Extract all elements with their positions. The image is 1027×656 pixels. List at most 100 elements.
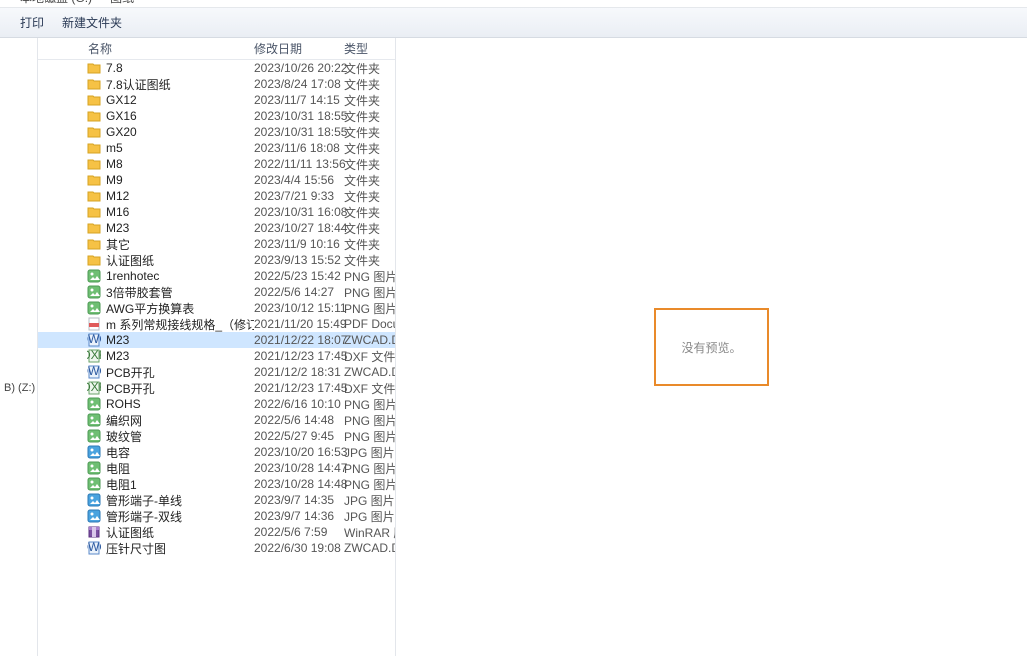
new-folder-button[interactable]: 新建文件夹 <box>62 14 122 31</box>
file-row[interactable]: PCB开孔2021/12/23 17:45DXF 文件 <box>38 380 395 396</box>
file-row[interactable]: 其它2023/11/9 10:16文件夹 <box>38 236 395 252</box>
file-date: 2023/10/28 14:47 <box>254 461 344 475</box>
file-date: 2023/9/7 14:36 <box>254 509 344 523</box>
breadcrumb-segment[interactable]: 本地磁盘 (G:) <box>16 0 96 8</box>
folder-icon <box>86 109 102 123</box>
file-row[interactable]: 管形端子-双线2023/9/7 14:36JPG 图片文件 <box>38 508 395 524</box>
file-name: AWG平方换算表 <box>106 300 254 317</box>
file-row[interactable]: 压针尺寸图2022/6/30 19:08ZWCAD.Drawing <box>38 540 395 556</box>
rar-icon <box>86 525 102 539</box>
file-type: PNG 图片文件 <box>344 300 395 317</box>
file-row[interactable]: 编织网2022/5/6 14:48PNG 图片文件 <box>38 412 395 428</box>
file-date: 2023/10/27 18:44 <box>254 221 344 235</box>
file-type: PNG 图片文件 <box>344 460 395 477</box>
column-headers[interactable]: 名称 修改日期 类型 <box>38 38 395 60</box>
column-header-type[interactable]: 类型 <box>344 40 395 57</box>
png-icon <box>86 269 102 283</box>
file-name: M23 <box>106 349 254 363</box>
file-row[interactable]: M232021/12/23 17:45DXF 文件 <box>38 348 395 364</box>
file-date: 2023/10/31 16:08 <box>254 205 344 219</box>
file-type: 文件夹 <box>344 60 395 77</box>
file-date: 2022/5/6 7:59 <box>254 525 344 539</box>
file-name: M12 <box>106 189 254 203</box>
folder-icon <box>86 221 102 235</box>
file-type: 文件夹 <box>344 204 395 221</box>
file-row[interactable]: 电容2023/10/20 16:53JPG 图片文件 <box>38 444 395 460</box>
breadcrumb-segment[interactable]: 图纸 <box>106 0 138 8</box>
file-date: 2023/10/28 14:48 <box>254 477 344 491</box>
file-row[interactable]: M92023/4/4 15:56文件夹 <box>38 172 395 188</box>
file-row[interactable]: m 系列常规接线规格_（修订版）2021/11/20 15:49PDF Docu… <box>38 316 395 332</box>
file-type: PNG 图片文件 <box>344 476 395 493</box>
file-row[interactable]: 认证图纸2023/9/13 15:52文件夹 <box>38 252 395 268</box>
file-row[interactable]: m52023/11/6 18:08文件夹 <box>38 140 395 156</box>
file-type: JPG 图片文件 <box>344 444 395 461</box>
file-date: 2022/6/30 19:08 <box>254 541 344 555</box>
file-name: 认证图纸 <box>106 524 254 541</box>
file-date: 2021/11/20 15:49 <box>254 317 344 331</box>
file-date: 2023/10/26 20:22 <box>254 61 344 75</box>
column-header-date[interactable]: 修改日期 <box>254 40 344 57</box>
file-type: 文件夹 <box>344 188 395 205</box>
file-row[interactable]: M122023/7/21 9:33文件夹 <box>38 188 395 204</box>
jpg-icon <box>86 493 102 507</box>
print-button[interactable]: 打印 <box>20 14 44 31</box>
file-row[interactable]: ROHS2022/6/16 10:10PNG 图片文件 <box>38 396 395 412</box>
file-name: M8 <box>106 157 254 171</box>
file-type: 文件夹 <box>344 124 395 141</box>
png-icon <box>86 461 102 475</box>
column-header-name[interactable]: 名称 <box>38 40 254 57</box>
file-type: PNG 图片文件 <box>344 396 395 413</box>
dwg-icon <box>86 333 102 347</box>
file-row[interactable]: M82022/11/11 13:56文件夹 <box>38 156 395 172</box>
file-row[interactable]: 7.82023/10/26 20:22文件夹 <box>38 60 395 76</box>
preview-pane: 没有预览。 <box>396 38 1027 656</box>
file-row[interactable]: M162023/10/31 16:08文件夹 <box>38 204 395 220</box>
file-row[interactable]: 认证图纸2022/5/6 7:59WinRAR 压缩文... <box>38 524 395 540</box>
file-name: 认证图纸 <box>106 252 254 269</box>
file-row[interactable]: 管形端子-单线2023/9/7 14:35JPG 图片文件 <box>38 492 395 508</box>
file-date: 2022/11/11 13:56 <box>254 157 344 171</box>
file-row[interactable]: 玻纹管2022/5/27 9:45PNG 图片文件 <box>38 428 395 444</box>
file-date: 2023/7/21 9:33 <box>254 189 344 203</box>
file-name: 电容 <box>106 444 254 461</box>
file-name: 7.8认证图纸 <box>106 76 254 93</box>
file-type: 文件夹 <box>344 92 395 109</box>
file-row[interactable]: 电阻2023/10/28 14:47PNG 图片文件 <box>38 460 395 476</box>
folder-icon <box>86 173 102 187</box>
file-row[interactable]: 1renhotec2022/5/23 15:42PNG 图片文件 <box>38 268 395 284</box>
file-name: 1renhotec <box>106 269 254 283</box>
file-name: GX20 <box>106 125 254 139</box>
navigation-pane[interactable]: B) (Z:) <box>0 38 38 656</box>
file-row[interactable]: M232023/10/27 18:44文件夹 <box>38 220 395 236</box>
toolbar: 打印 新建文件夹 <box>0 8 1027 38</box>
file-row[interactable]: PCB开孔2021/12/2 18:31ZWCAD.Drawing <box>38 364 395 380</box>
file-list-pane: 名称 修改日期 类型 7.82023/10/26 20:22文件夹7.8认证图纸… <box>38 38 396 656</box>
file-row[interactable]: GX122023/11/7 14:15文件夹 <box>38 92 395 108</box>
file-name: 管形端子-单线 <box>106 492 254 509</box>
folder-icon <box>86 237 102 251</box>
file-row[interactable]: 7.8认证图纸2023/8/24 17:08文件夹 <box>38 76 395 92</box>
nav-drive-item[interactable]: B) (Z:) <box>0 380 37 396</box>
file-date: 2021/12/2 18:31 <box>254 365 344 379</box>
file-name: M16 <box>106 205 254 219</box>
file-name: ROHS <box>106 397 254 411</box>
file-name: M9 <box>106 173 254 187</box>
folder-icon <box>86 253 102 267</box>
file-row[interactable]: 3倍带胶套管2022/5/6 14:27PNG 图片文件 <box>38 284 395 300</box>
folder-icon <box>86 205 102 219</box>
file-date: 2021/12/22 18:07 <box>254 333 344 347</box>
file-name: 玻纹管 <box>106 428 254 445</box>
file-row[interactable]: M232021/12/22 18:07ZWCAD.Drawing <box>38 332 395 348</box>
file-name: m 系列常规接线规格_（修订版） <box>106 316 254 333</box>
file-row[interactable]: GX162023/10/31 18:55文件夹 <box>38 108 395 124</box>
file-row[interactable]: GX202023/10/31 18:55文件夹 <box>38 124 395 140</box>
file-date: 2023/11/9 10:16 <box>254 237 344 251</box>
file-row[interactable]: AWG平方换算表2023/10/12 15:11PNG 图片文件 <box>38 300 395 316</box>
file-date: 2023/10/31 18:55 <box>254 125 344 139</box>
file-row[interactable]: 电阻12023/10/28 14:48PNG 图片文件 <box>38 476 395 492</box>
file-date: 2022/5/27 9:45 <box>254 429 344 443</box>
file-list[interactable]: 7.82023/10/26 20:22文件夹7.8认证图纸2023/8/24 1… <box>38 60 395 656</box>
file-type: PNG 图片文件 <box>344 284 395 301</box>
file-type: 文件夹 <box>344 108 395 125</box>
